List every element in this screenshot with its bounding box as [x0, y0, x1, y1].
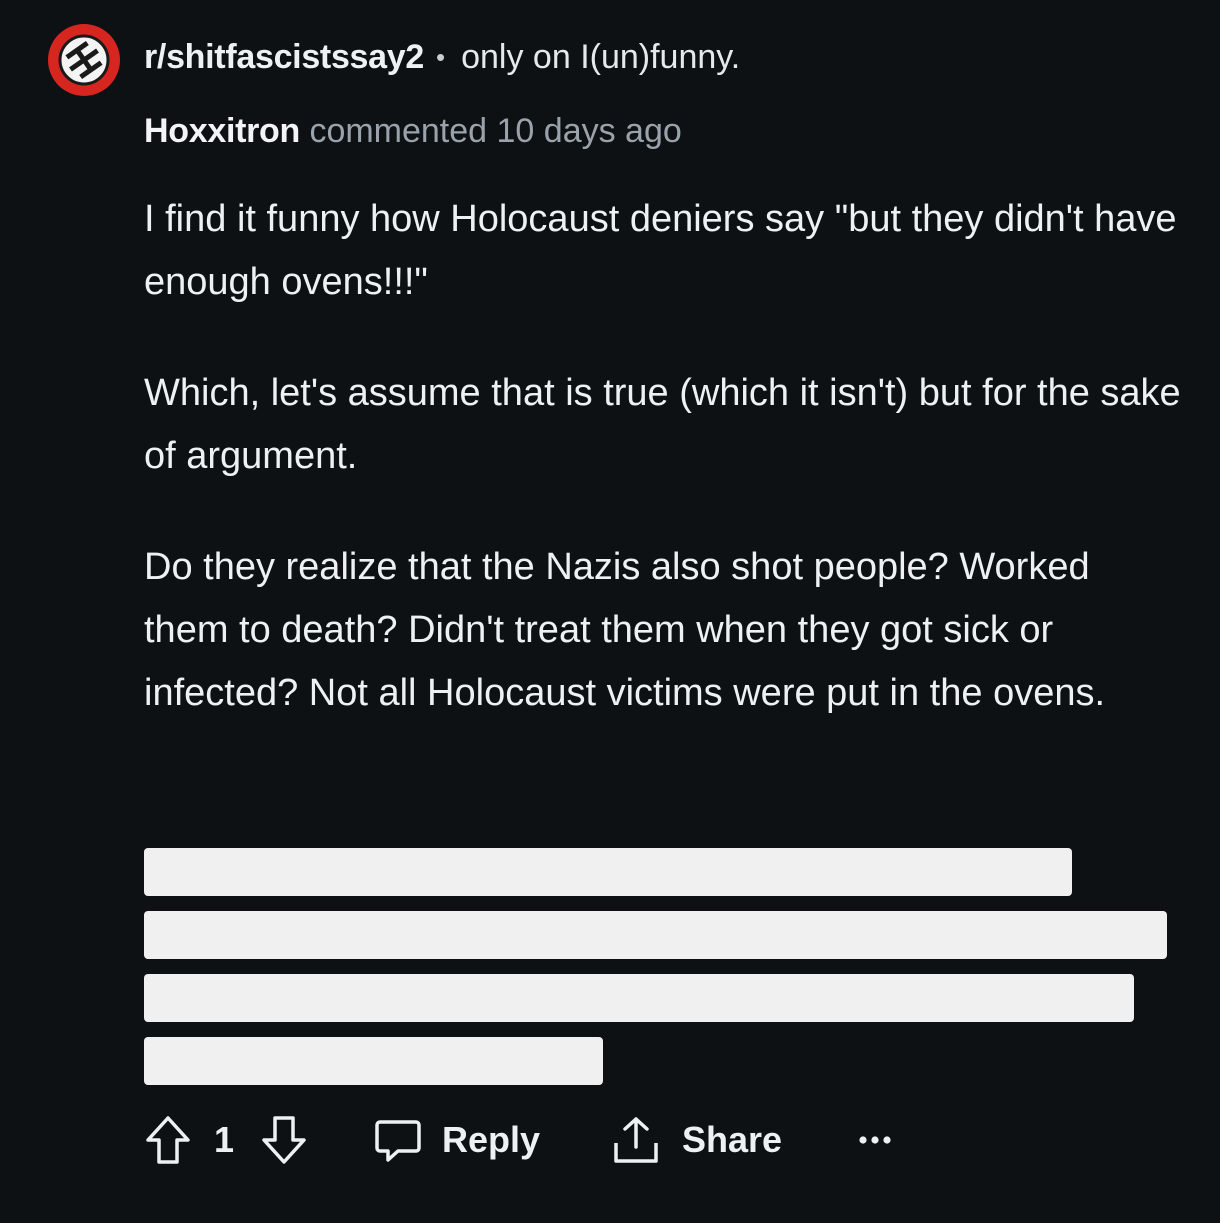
vote-count: 1 [214, 1119, 235, 1160]
subreddit-avatar-icon[interactable] [48, 24, 120, 96]
more-options-button[interactable] [858, 1110, 892, 1170]
redaction-bar [144, 974, 1134, 1022]
more-dots-icon [858, 1134, 892, 1146]
share-label: Share [682, 1119, 783, 1160]
comment-body: I find it funny how Holocaust deniers sa… [144, 188, 1184, 773]
comment-timestamp: commented 10 days ago [309, 112, 682, 150]
separator-dot: • [436, 42, 446, 72]
comment-author[interactable]: Hoxxitron [144, 112, 300, 150]
downvote-arrow-icon [260, 1114, 308, 1166]
redaction-bar [144, 1037, 603, 1085]
share-upload-icon [612, 1115, 660, 1165]
comment-paragraph: Which, let's assume that is true (which … [144, 372, 1181, 477]
comment-action-bar: 1 Reply Share [144, 1110, 1144, 1170]
comment-meta: Hoxxitron commented 10 days ago [144, 112, 682, 151]
reply-button[interactable]: Reply [374, 1110, 540, 1170]
redaction-bar [144, 911, 1167, 959]
share-button[interactable]: Share [612, 1110, 782, 1170]
subreddit-name[interactable]: r/shitfascistssay2 [144, 38, 424, 77]
downvote-button[interactable] [260, 1110, 308, 1170]
upvote-arrow-icon [144, 1114, 192, 1166]
comment-paragraph: I find it funny how Holocaust deniers sa… [144, 198, 1177, 303]
reply-label: Reply [442, 1119, 541, 1160]
speech-bubble-icon [374, 1116, 422, 1164]
promo-text: only on I(un)funny. [461, 38, 741, 76]
redaction-bar [144, 848, 1072, 896]
upvote-button[interactable] [144, 1110, 192, 1170]
post-header: r/shitfascistssay2 • only on I(un)funny. [144, 38, 740, 77]
comment-paragraph: Do they realize that the Nazis also shot… [144, 546, 1106, 714]
